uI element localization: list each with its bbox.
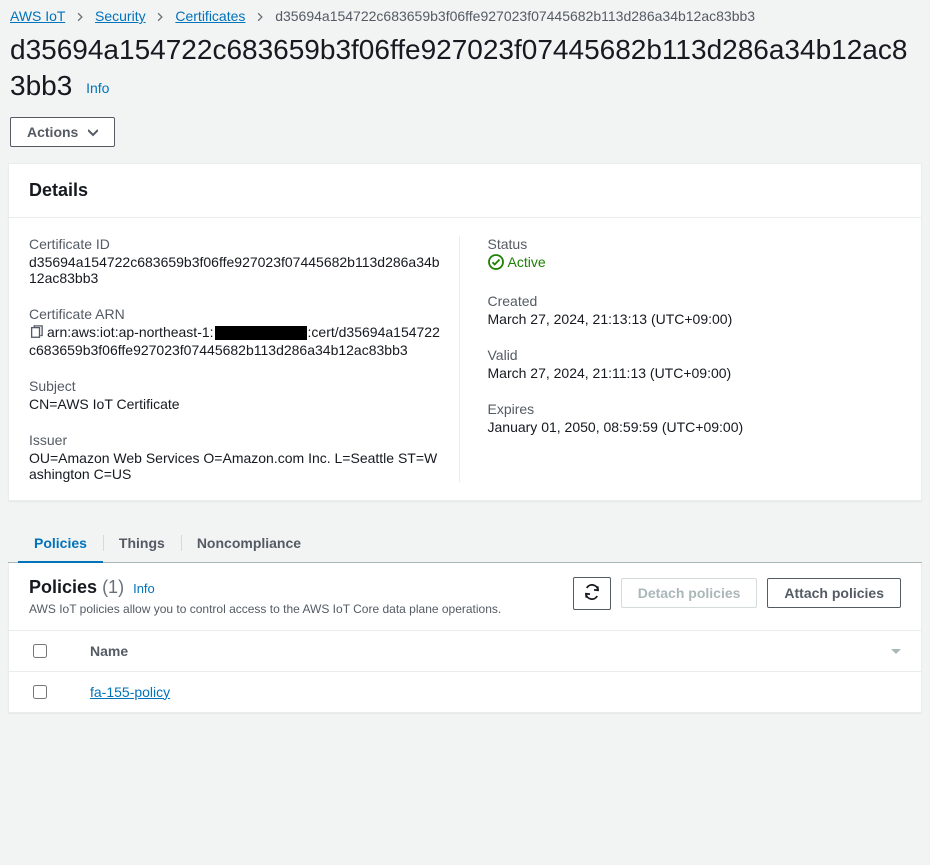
cert-arn-value: arn:aws:iot:ap-northeast-1::cert/d35694a… xyxy=(29,324,443,358)
page-title: d35694a154722c683659b3f06ffe927023f07445… xyxy=(10,32,920,105)
tab-things[interactable]: Things xyxy=(103,525,181,563)
policies-count: (1) xyxy=(102,577,124,597)
status-badge: Active xyxy=(488,254,546,270)
detach-policies-button[interactable]: Detach policies xyxy=(621,578,758,608)
valid-label: Valid xyxy=(488,347,902,363)
info-link[interactable]: Info xyxy=(86,80,109,96)
row-checkbox[interactable] xyxy=(33,685,47,699)
subject-label: Subject xyxy=(29,378,443,394)
check-circle-icon xyxy=(488,254,504,270)
expires-label: Expires xyxy=(488,401,902,417)
subject-value: CN=AWS IoT Certificate xyxy=(29,396,443,412)
crumb-aws-iot[interactable]: AWS IoT xyxy=(10,8,65,24)
tab-noncompliance[interactable]: Noncompliance xyxy=(181,525,317,563)
issuer-value: OU=Amazon Web Services O=Amazon.com Inc.… xyxy=(29,450,443,482)
table-row: fa-155-policy xyxy=(9,671,921,712)
select-all-checkbox[interactable] xyxy=(33,644,47,658)
chevron-right-icon xyxy=(75,8,85,24)
actions-button[interactable]: Actions xyxy=(10,117,115,147)
policies-panel: Policies (1) Info AWS IoT policies allow… xyxy=(8,563,922,713)
crumb-security[interactable]: Security xyxy=(95,8,146,24)
refresh-icon xyxy=(584,584,600,600)
breadcrumb: AWS IoT Security Certificates d35694a154… xyxy=(0,0,930,28)
chevron-right-icon xyxy=(155,8,165,24)
expires-value: January 01, 2050, 08:59:59 (UTC+09:00) xyxy=(488,419,902,435)
policies-description: AWS IoT policies allow you to control ac… xyxy=(29,602,501,616)
caret-down-icon xyxy=(88,124,98,140)
created-label: Created xyxy=(488,293,902,309)
cert-arn-label: Certificate ARN xyxy=(29,306,443,322)
attach-policies-button[interactable]: Attach policies xyxy=(767,578,901,608)
details-panel: Details Certificate ID d35694a154722c683… xyxy=(8,163,922,501)
tab-policies[interactable]: Policies xyxy=(18,525,103,563)
tabs: Policies Things Noncompliance xyxy=(8,525,922,563)
crumb-current: d35694a154722c683659b3f06ffe927023f07445… xyxy=(275,8,755,24)
crumb-certificates[interactable]: Certificates xyxy=(175,8,245,24)
valid-value: March 27, 2024, 21:11:13 (UTC+09:00) xyxy=(488,365,902,381)
column-name[interactable]: Name xyxy=(70,630,921,671)
details-left-column: Certificate ID d35694a154722c683659b3f06… xyxy=(29,236,443,482)
policy-link[interactable]: fa-155-policy xyxy=(90,684,170,700)
redacted-block xyxy=(215,326,307,340)
issuer-label: Issuer xyxy=(29,432,443,448)
policies-info-link[interactable]: Info xyxy=(133,581,155,596)
status-label: Status xyxy=(488,236,902,252)
cert-id-label: Certificate ID xyxy=(29,236,443,252)
sort-icon xyxy=(891,643,901,659)
created-value: March 27, 2024, 21:13:13 (UTC+09:00) xyxy=(488,311,902,327)
details-panel-title: Details xyxy=(9,164,921,218)
chevron-right-icon xyxy=(255,8,265,24)
details-right-column: Status Active Created March 27, 2024, 21… xyxy=(459,236,902,482)
refresh-button[interactable] xyxy=(573,577,611,610)
policies-table: Name fa-155-policy xyxy=(9,630,921,712)
policies-title: Policies (1) xyxy=(29,577,129,597)
copy-icon[interactable] xyxy=(29,325,43,342)
cert-id-value: d35694a154722c683659b3f06ffe927023f07445… xyxy=(29,254,443,286)
